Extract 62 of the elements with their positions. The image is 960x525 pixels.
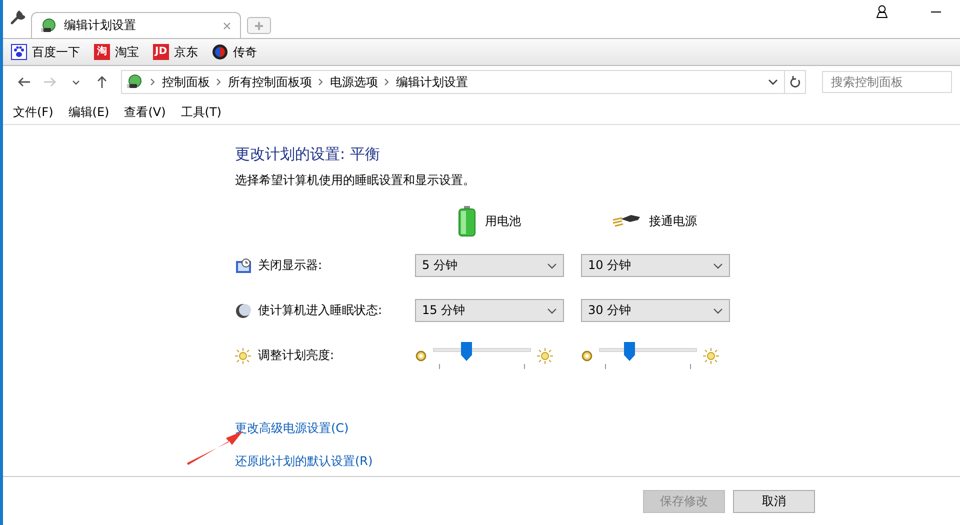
logo-icon: 淘 — [94, 44, 110, 60]
setting-label: 关闭显示器: — [258, 257, 322, 274]
close-icon[interactable] — [222, 20, 232, 30]
dropdown[interactable]: 5 分钟 — [415, 254, 564, 277]
bookmark-link[interactable]: 百度一下 — [32, 44, 80, 60]
setting-label: 使计算机进入睡眠状态: — [258, 302, 382, 319]
dropdown[interactable]: 15 分钟 — [415, 299, 564, 322]
setting-label: 调整计划亮度: — [258, 347, 334, 364]
power-plan-icon — [126, 73, 144, 91]
button[interactable]: 取消 — [733, 490, 815, 512]
browser-tab[interactable]: 编辑计划设置 — [31, 12, 241, 38]
dropdown[interactable]: 10 分钟 — [581, 254, 730, 277]
caret-icon — [713, 262, 723, 270]
dropdown[interactable]: 30 分钟 — [581, 299, 730, 322]
refresh-icon[interactable] — [789, 75, 801, 89]
bookmark-link[interactable]: 传奇 — [233, 44, 257, 60]
wrench-icon[interactable] — [9, 10, 25, 26]
breadcrumb-item[interactable]: 所有控制面板项 — [228, 74, 312, 90]
slider[interactable] — [599, 342, 697, 370]
bright-sun-icon — [537, 348, 553, 364]
slider-thumb[interactable] — [624, 342, 636, 360]
link[interactable]: 还原此计划的默认设置(R) — [235, 453, 373, 470]
column-label: 接通电源 — [649, 212, 697, 230]
dim-sun-icon — [415, 350, 427, 362]
page-title: 更改计划的设置: 平衡 — [235, 145, 381, 164]
tab-title: 编辑计划设置 — [64, 17, 137, 34]
user-icon[interactable] — [876, 4, 888, 18]
bright-sun-icon — [703, 348, 719, 364]
chevron-icon — [318, 78, 324, 86]
address-bar[interactable]: 控制面板 所有控制面板项 电源选项 编辑计划设置 — [121, 70, 806, 94]
link[interactable]: 更改高级电源设置(C) — [235, 420, 349, 437]
bookmark-link[interactable]: 淘宝 — [115, 44, 139, 60]
orb-icon — [212, 44, 228, 60]
plus-icon — [254, 20, 264, 30]
search-field[interactable]: 搜索控制面板 — [822, 71, 952, 93]
breadcrumb-item[interactable]: 控制面板 — [162, 74, 210, 90]
power-plan-icon — [40, 16, 58, 34]
column-label: 用电池 — [485, 212, 521, 230]
breadcrumb-item[interactable]: 电源选项 — [330, 74, 378, 90]
chevron-icon — [216, 78, 222, 86]
sun-icon — [235, 348, 251, 364]
breadcrumb-item[interactable]: 编辑计划设置 — [396, 74, 468, 90]
caret-icon — [713, 306, 723, 314]
slider-thumb[interactable] — [460, 342, 472, 360]
battery-icon — [457, 205, 477, 237]
menu-item[interactable]: 文件(F) — [13, 104, 54, 120]
bookmark-link[interactable]: 京东 — [174, 44, 198, 60]
chevron-icon — [384, 78, 390, 86]
menu-item[interactable]: 工具(T) — [180, 104, 222, 120]
menu-item[interactable]: 编辑(E) — [68, 104, 110, 120]
caret-icon[interactable] — [768, 78, 778, 86]
logo-icon: JD — [153, 44, 169, 60]
caret-icon — [547, 306, 557, 314]
paw-icon — [11, 44, 27, 60]
chevron-icon — [150, 78, 156, 86]
monitor-icon — [235, 258, 251, 274]
caret-icon — [547, 262, 557, 270]
slider[interactable] — [433, 342, 531, 370]
menu-item[interactable]: 查看(V) — [124, 104, 166, 120]
description: 选择希望计算机使用的睡眠设置和显示设置。 — [235, 172, 476, 189]
dim-sun-icon — [581, 350, 593, 362]
moon-icon — [235, 302, 251, 318]
